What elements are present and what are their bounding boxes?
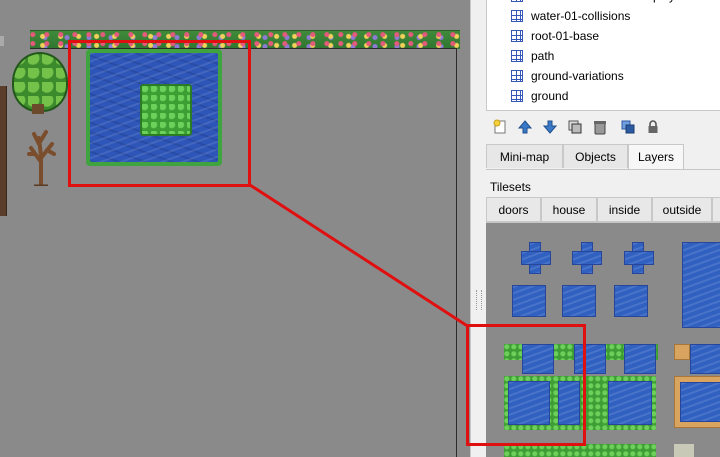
water-tile[interactable] xyxy=(682,242,720,328)
tile-layer-icon xyxy=(511,70,523,82)
water-tile[interactable] xyxy=(562,285,596,317)
tile-layer-icon xyxy=(511,90,523,102)
move-up-icon[interactable] xyxy=(514,116,536,138)
layer-row[interactable]: root-01-base xyxy=(487,26,720,46)
map-edge-marker xyxy=(0,36,4,46)
sand-tile[interactable] xyxy=(674,344,690,360)
tile-layer-icon xyxy=(511,10,523,22)
tile-layer-icon xyxy=(511,0,523,2)
duplicate-icon[interactable] xyxy=(564,116,586,138)
layer-row[interactable]: ground-variations xyxy=(487,66,720,86)
dead-tree-sprite xyxy=(27,130,56,186)
layer-label: root-01-base xyxy=(531,29,600,43)
layer-label: ground-variations xyxy=(531,69,624,83)
tree-trunk-sprite xyxy=(32,104,44,114)
layer-label: ground xyxy=(531,89,569,103)
water-tile[interactable] xyxy=(680,382,720,422)
layer-label: path xyxy=(531,49,555,63)
layers-list[interactable]: root-01-collisions-over-player water-01-… xyxy=(486,0,720,111)
layer-label: water-01-collisions xyxy=(531,9,631,23)
tileset-selection-highlight xyxy=(466,324,586,446)
water-tile[interactable] xyxy=(624,344,656,374)
delete-icon[interactable] xyxy=(589,116,611,138)
map-border-right xyxy=(456,48,457,457)
water-tile[interactable] xyxy=(614,285,648,317)
lock-icon[interactable] xyxy=(642,116,664,138)
tab-layers[interactable]: Layers xyxy=(628,144,684,169)
tilesets-heading: Tilesets xyxy=(490,180,531,194)
layer-row[interactable]: ground xyxy=(487,86,720,106)
splitter-grip xyxy=(476,290,482,310)
water-tile[interactable] xyxy=(608,381,652,425)
new-layer-icon[interactable] xyxy=(489,116,511,138)
tileset-tab-outside[interactable]: outside xyxy=(652,197,712,222)
move-down-icon[interactable] xyxy=(539,116,561,138)
stone-tile[interactable] xyxy=(674,444,694,457)
water-tile[interactable] xyxy=(624,251,654,265)
tileset-tabs: doors house inside outside xyxy=(486,197,720,223)
tileset-tab-doors[interactable]: doors xyxy=(486,197,541,222)
merge-icon[interactable] xyxy=(617,116,639,138)
layer-row[interactable]: water-01-collisions xyxy=(487,6,720,26)
tileset-tab-inside[interactable]: inside xyxy=(597,197,652,222)
tile-layer-icon xyxy=(511,30,523,42)
tab-mini-map[interactable]: Mini-map xyxy=(486,144,563,168)
tile-layer-icon xyxy=(511,50,523,62)
tree-sprite xyxy=(12,52,68,112)
tileset-tab-house[interactable]: house xyxy=(541,197,597,222)
water-tile[interactable] xyxy=(512,285,546,317)
map-selection-highlight xyxy=(68,40,251,187)
layers-toolbar xyxy=(486,113,720,141)
water-tile[interactable] xyxy=(572,251,602,265)
tab-objects[interactable]: Objects xyxy=(563,144,628,168)
water-tile[interactable] xyxy=(690,344,720,374)
tileset-tab-overflow[interactable] xyxy=(712,197,720,222)
panel-tabs: Mini-map Objects Layers xyxy=(486,144,720,170)
layer-label: root-01-collisions-over-player xyxy=(531,0,686,3)
layer-row[interactable]: path xyxy=(487,46,720,66)
fence-tile xyxy=(0,86,7,216)
water-tile[interactable] xyxy=(521,251,551,265)
